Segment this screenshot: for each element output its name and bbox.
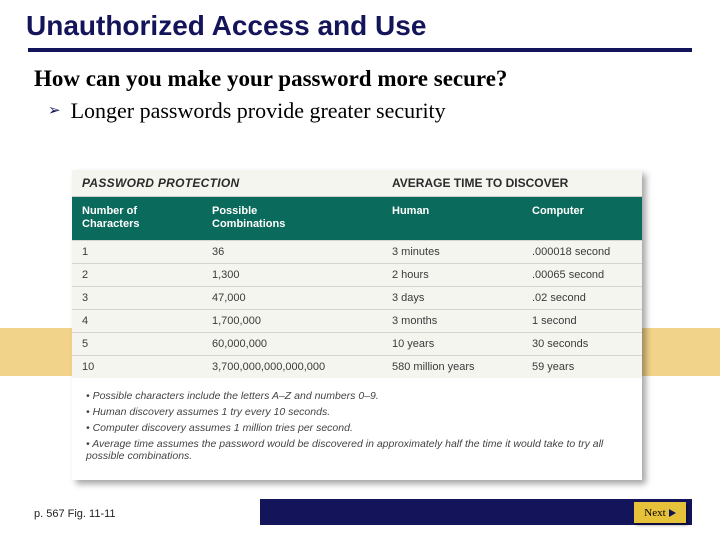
table-cell: 1,700,000 [202, 310, 382, 332]
note-line: • Possible characters include the letter… [86, 390, 628, 402]
table-cell: .00065 second [522, 264, 642, 286]
table-cell: .000018 second [522, 241, 642, 263]
table-cell: 10 years [382, 333, 522, 355]
col-computer: Computer [522, 197, 642, 240]
slide: Unauthorized Access and Use How can you … [0, 0, 720, 540]
table-cell: 59 years [522, 356, 642, 378]
table-row: 347,0003 days.02 second [72, 286, 642, 309]
note-line: • Computer discovery assumes 1 million t… [86, 422, 628, 434]
table-cell: 60,000,000 [202, 333, 382, 355]
page-reference: p. 567 Fig. 11-11 [34, 508, 116, 520]
table-cell: 3 months [382, 310, 522, 332]
table-cell: 4 [72, 310, 202, 332]
figure-header-right: AVERAGE TIME TO DISCOVER [382, 170, 642, 196]
table-cell: 3 days [382, 287, 522, 309]
chevron-right-icon: ➢ [48, 98, 61, 124]
figure-wrap: PASSWORD PROTECTION AVERAGE TIME TO DISC… [72, 170, 642, 480]
table-cell: 3,700,000,000,000,000 [202, 356, 382, 378]
password-figure: PASSWORD PROTECTION AVERAGE TIME TO DISC… [72, 170, 642, 480]
table-cell: 1,300 [202, 264, 382, 286]
table-cell: .02 second [522, 287, 642, 309]
title-rule [28, 48, 692, 52]
table-cell: 10 [72, 356, 202, 378]
table-cell: 5 [72, 333, 202, 355]
table-cell: 36 [202, 241, 382, 263]
figure-header-left: PASSWORD PROTECTION [72, 170, 382, 196]
table-cell: 47,000 [202, 287, 382, 309]
figure-notes: • Possible characters include the letter… [72, 378, 642, 480]
next-button[interactable]: Next [634, 502, 686, 523]
table-row: 1363 minutes.000018 second [72, 240, 642, 263]
footer-band [260, 499, 692, 525]
table-cell: 1 second [522, 310, 642, 332]
figure-rows: 1363 minutes.000018 second21,3002 hours.… [72, 240, 642, 378]
table-row: 21,3002 hours.00065 second [72, 263, 642, 286]
col-combos: PossibleCombinations [202, 197, 382, 240]
question-heading: How can you make your password more secu… [0, 62, 720, 98]
table-row: 560,000,00010 years30 seconds [72, 332, 642, 355]
bullet-text: Longer passwords provide greater securit… [71, 98, 446, 124]
table-cell: 2 hours [382, 264, 522, 286]
table-cell: 1 [72, 241, 202, 263]
arrow-right-icon [669, 509, 676, 517]
table-cell: 3 [72, 287, 202, 309]
table-row: 41,700,0003 months1 second [72, 309, 642, 332]
figure-subheader: Number ofCharacters PossibleCombinations… [72, 197, 642, 240]
col-num-chars: Number ofCharacters [72, 197, 202, 240]
note-line: • Human discovery assumes 1 try every 10… [86, 406, 628, 418]
table-cell: 3 minutes [382, 241, 522, 263]
figure-header-row: PASSWORD PROTECTION AVERAGE TIME TO DISC… [72, 170, 642, 197]
col-human: Human [382, 197, 522, 240]
bullet-item: ➢ Longer passwords provide greater secur… [0, 98, 720, 124]
footer: p. 567 Fig. 11-11 Next [0, 498, 720, 528]
next-label: Next [644, 507, 665, 519]
table-row: 103,700,000,000,000,000580 million years… [72, 355, 642, 378]
table-cell: 580 million years [382, 356, 522, 378]
table-cell: 2 [72, 264, 202, 286]
note-line: • Average time assumes the password woul… [86, 438, 628, 462]
page-title: Unauthorized Access and Use [0, 0, 720, 48]
table-cell: 30 seconds [522, 333, 642, 355]
